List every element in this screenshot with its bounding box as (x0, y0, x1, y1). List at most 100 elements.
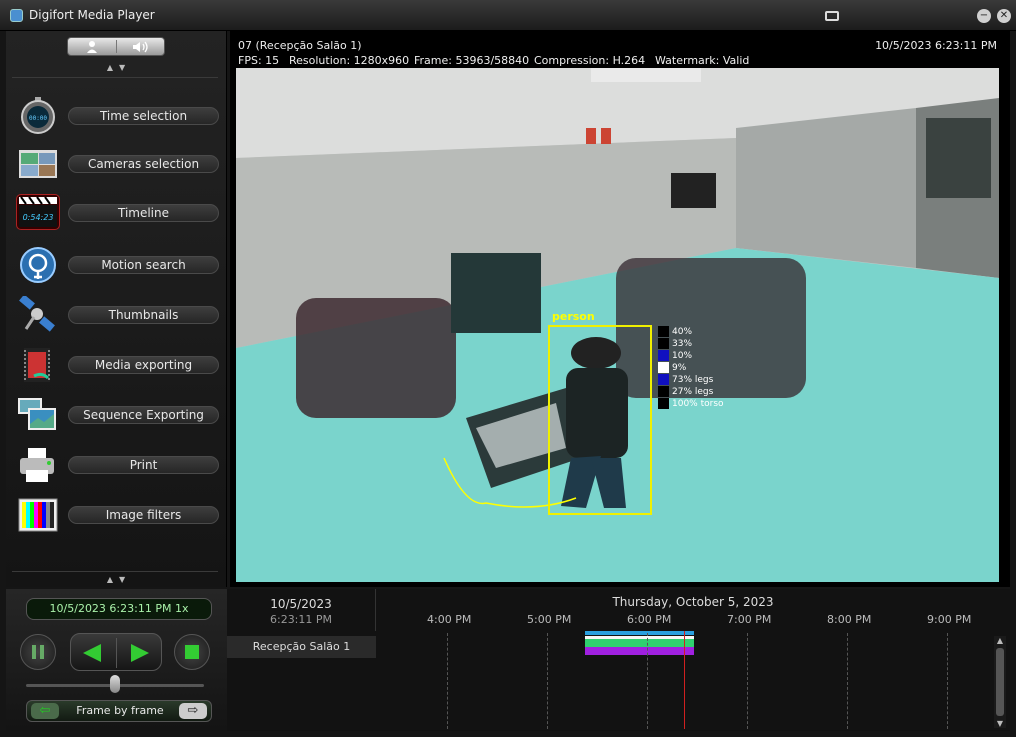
timeline-date: 10/5/2023 (270, 597, 332, 611)
tool-sequence-exporting[interactable]: Sequence Exporting (6, 396, 227, 436)
timeline-scrollbar[interactable]: ▲ ▼ (994, 636, 1006, 728)
detection-label: person (552, 310, 595, 323)
playback-time-display: 10/5/2023 6:23:11 PM 1x (26, 598, 212, 620)
fps-info: FPS: 15 (238, 54, 280, 67)
tool-label: Media exporting (68, 356, 219, 374)
sidebar-scroll-arrows-top[interactable]: ▲▼ (104, 63, 134, 72)
timeline-hour-label: 5:00 PM (527, 613, 572, 626)
motion-track (585, 631, 694, 635)
timeline-hour-gridline (947, 633, 948, 729)
photo-stack-icon (16, 396, 60, 432)
tool-label: Sequence Exporting (68, 406, 219, 424)
play-backward-icon (83, 644, 101, 662)
attribute-swatch (658, 362, 669, 373)
cameras-icon (16, 145, 60, 181)
play-forward-icon (131, 644, 149, 662)
tool-label: Time selection (68, 107, 219, 125)
video-panel: 07 (Recepção Salão 1) 10/5/2023 6:23:11 … (230, 31, 1010, 587)
play-backward-button[interactable] (81, 643, 103, 667)
next-frame-button[interactable]: ⇨ (179, 703, 207, 719)
tool-label: Motion search (68, 256, 219, 274)
frame-info: Frame: 53963/58840 (414, 54, 530, 67)
frame-by-frame-control: ⇦ Frame by frame ⇨ (26, 700, 212, 722)
timeline-hour-gridline (647, 633, 648, 729)
attribute-swatch (658, 398, 669, 409)
attribute-text: 100% torso (672, 399, 724, 409)
tool-image-filters[interactable]: Image filters (6, 496, 227, 536)
attribute-swatch (658, 338, 669, 349)
person-icon[interactable] (68, 38, 116, 55)
mode-toggle (67, 37, 165, 56)
detection-attribute: 100% torso (658, 398, 724, 410)
scroll-up-icon[interactable]: ▲ (994, 636, 1006, 645)
attribute-text: 33% (672, 339, 693, 349)
tool-cameras-selection[interactable]: Cameras selection (6, 145, 227, 185)
media-player-window: Digifort Media Player − ✕ ▲▼ 00:00 Time … (0, 0, 1016, 737)
tool-time-selection[interactable]: 00:00 Time selection (6, 97, 227, 137)
svg-text:00:00: 00:00 (29, 115, 47, 122)
arrow-right-icon: ⇨ (187, 703, 199, 718)
video-frame[interactable]: person 40% 33% 10% 9% 73% legs 27% legs 100% t… (236, 68, 999, 582)
motion-search-icon (16, 246, 60, 283)
printer-icon (16, 446, 60, 482)
tools-sidebar: ▲▼ 00:00 Time selection Cameras selectio… (6, 31, 227, 587)
timeline-hour-gridline (447, 633, 448, 729)
timeline-date-box: 10/5/2023 6:23:11 PM (227, 589, 376, 631)
tool-media-exporting[interactable]: Media exporting (6, 346, 227, 386)
tool-label: Print (68, 456, 219, 474)
attribute-text: 9% (672, 363, 687, 373)
speed-slider-handle[interactable] (110, 675, 120, 693)
speaker-icon[interactable] (117, 38, 165, 55)
tool-thumbnails[interactable]: Thumbnails (6, 294, 227, 336)
close-button[interactable]: ✕ (997, 9, 1011, 23)
timeline-hour-label: 6:00 PM (627, 613, 672, 626)
attribute-swatch (658, 386, 669, 397)
clapperboard-icon: 0:54:23 (16, 194, 60, 230)
detection-attributes: 40% 33% 10% 9% 73% legs 27% legs 100% torso (658, 326, 724, 410)
tool-motion-search[interactable]: Motion search (6, 246, 227, 286)
play-controls (70, 633, 162, 671)
attribute-text: 10% (672, 351, 693, 361)
previous-frame-button[interactable]: ⇦ (31, 703, 59, 719)
timeline-cursor[interactable] (684, 631, 685, 729)
app-logo-icon (10, 9, 23, 22)
timeline-hour-label: 4:00 PM (427, 613, 472, 626)
detection-attribute: 10% (658, 350, 724, 362)
detection-attribute: 73% legs (658, 374, 724, 386)
tool-print[interactable]: Print (6, 446, 227, 486)
camera-name: 07 (Recepção Salão 1) (238, 39, 362, 52)
timeline-panel: 10/5/2023 6:23:11 PM Thursday, October 5… (227, 589, 1010, 731)
satellite-icon (16, 294, 60, 332)
detection-attribute: 9% (658, 362, 724, 374)
stop-button[interactable] (174, 634, 210, 670)
attribute-swatch (658, 326, 669, 337)
scroll-down-icon[interactable]: ▼ (994, 719, 1006, 728)
timeline-hour-label: 9:00 PM (927, 613, 972, 626)
stop-icon (185, 645, 199, 659)
tool-label: Cameras selection (68, 155, 219, 173)
window-layout-icon[interactable] (825, 11, 839, 21)
attribute-text: 73% legs (672, 375, 714, 385)
timeline-hour-gridline (747, 633, 748, 729)
detection-attribute: 27% legs (658, 386, 724, 398)
play-forward-button[interactable] (129, 643, 151, 667)
arrow-left-icon: ⇦ (39, 703, 51, 718)
timeline-hour-gridline (847, 633, 848, 729)
pause-button[interactable] (20, 634, 56, 670)
attribute-text: 40% (672, 327, 693, 337)
pause-icon (32, 645, 44, 659)
watermark-info: Watermark: Valid (655, 54, 750, 67)
video-track (585, 647, 694, 655)
attribute-swatch (658, 350, 669, 361)
color-bars-icon (16, 496, 60, 532)
timeline-time: 6:23:11 PM (269, 613, 333, 626)
window-title: Digifort Media Player (29, 8, 155, 22)
timeline-camera-label[interactable]: Recepção Salão 1 (227, 636, 376, 658)
stopwatch-icon: 00:00 (16, 97, 60, 134)
detection-attribute: 33% (658, 338, 724, 350)
detection-attribute: 40% (658, 326, 724, 338)
minimize-button[interactable]: − (977, 9, 991, 23)
tool-timeline[interactable]: 0:54:23 Timeline (6, 194, 227, 234)
sidebar-scroll-arrows-bottom[interactable]: ▲▼ (104, 575, 134, 584)
tool-label: Timeline (68, 204, 219, 222)
